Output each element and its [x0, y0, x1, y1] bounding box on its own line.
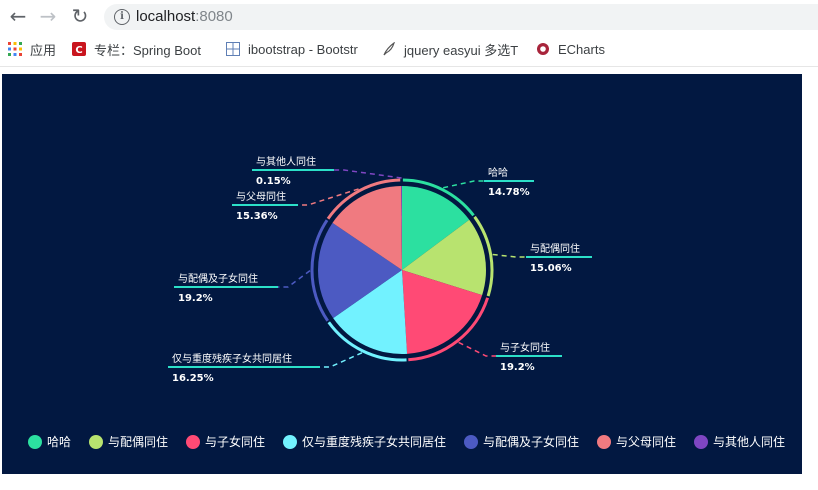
bookmark-label: ibootstrap - Bootstr: [248, 41, 358, 57]
browser-chrome: ← → ↻ i localhost:8080 应用 C 专栏：Spring Bo…: [0, 0, 818, 67]
legend-swatch: [89, 435, 104, 449]
slice-percent-label: 15.36%: [236, 211, 278, 222]
slice-name-label: 与父母同住: [236, 190, 286, 203]
slice-percent-label: 0.15%: [256, 176, 291, 187]
legend-label: 哈哈: [47, 435, 71, 449]
legend-swatch: [694, 435, 709, 449]
bookmark-echarts[interactable]: ECharts: [536, 40, 616, 58]
slice-percent-label: 19.2%: [178, 293, 213, 304]
legend-label: 与其他人同住: [713, 435, 785, 449]
bookmark-label: 应用: [30, 42, 57, 58]
info-icon[interactable]: i: [114, 9, 130, 25]
slice-percent-label: 19.2%: [500, 362, 535, 373]
apps-grid-icon: [8, 42, 22, 56]
legend-swatch: [186, 435, 201, 449]
legend-item[interactable]: 与配偶及子女同住: [464, 434, 579, 449]
leader-line: [443, 180, 484, 189]
slice-name-label: 仅与重度残疾子女共同居住: [172, 352, 292, 365]
legend-label: 与子女同住: [205, 434, 265, 449]
svg-text:C: C: [75, 45, 82, 56]
legend-label: 与配偶及子女同住: [483, 434, 579, 449]
slice-percent-label: 16.25%: [172, 373, 214, 384]
bookmark-label: 专栏：Spring Boot: [94, 42, 201, 58]
slice-name-label: 与配偶及子女同住: [178, 272, 258, 285]
legend-label: 与配偶同住: [108, 435, 168, 449]
csdn-icon: C: [72, 42, 86, 56]
legend-swatch: [464, 435, 479, 449]
slice-percent-label: 15.06%: [530, 263, 572, 274]
legend-label: 仅与重度残疾子女共同居住: [302, 434, 446, 449]
slice-name-label: 与其他人同住: [256, 155, 316, 168]
chart-container: 哈哈 14.78% 与配偶同住 15.06% 与子女同住 19.2% 仅与重度残疾子女共同居…: [2, 74, 802, 474]
leader-line: [334, 169, 402, 179]
back-arrow-icon[interactable]: ←: [6, 4, 30, 28]
bookmarks-bar: 应用 C 专栏：Spring Boot ibootstrap - Bootstr…: [0, 37, 818, 61]
forward-arrow-icon[interactable]: →: [36, 4, 60, 28]
legend-swatch: [597, 435, 612, 449]
slice-name-label: 与子女同住: [500, 341, 550, 354]
leader-line: [458, 341, 496, 357]
slice-name-label: 与配偶同住: [530, 242, 580, 255]
bookmark-label: jquery easyui 多选T: [404, 42, 519, 58]
url-text: localhost:8080: [136, 8, 233, 25]
bookmark-spring-boot[interactable]: C 专栏：Spring Boot: [72, 40, 212, 58]
legend-item[interactable]: 与父母同住: [597, 435, 676, 449]
bookmark-easyui[interactable]: jquery easyui 多选T: [382, 40, 522, 58]
legend-swatch: [28, 435, 42, 449]
bookmark-ibootstrap[interactable]: ibootstrap - Bootstr: [226, 40, 364, 58]
legend-swatch: [283, 435, 298, 449]
legend-label: 与父母同住: [616, 435, 676, 449]
legend-item[interactable]: 哈哈: [28, 435, 71, 449]
leader-line: [320, 352, 363, 368]
legend-item[interactable]: 仅与重度残疾子女共同居住: [283, 434, 446, 449]
feather-icon: [383, 42, 395, 56]
legend-item[interactable]: 与子女同住: [186, 434, 265, 449]
bookmark-apps[interactable]: 应用: [8, 40, 68, 58]
bookmark-label: ECharts: [558, 41, 605, 57]
reload-icon[interactable]: ↻: [68, 4, 92, 28]
slice-name-label: 哈哈: [488, 166, 508, 179]
grid-icon: [226, 42, 240, 56]
legend-item[interactable]: 与其他人同住: [694, 435, 785, 449]
echarts-icon: [537, 43, 549, 55]
slice-percent-label: 14.78%: [488, 187, 530, 198]
leader-line: [492, 253, 526, 258]
address-bar[interactable]: i localhost:8080: [104, 4, 818, 30]
pie-chart: 哈哈 14.78% 与配偶同住 15.06% 与子女同住 19.2% 仅与重度残疾子女共同居…: [28, 155, 785, 449]
legend-item[interactable]: 与配偶同住: [89, 435, 168, 449]
leader-line: [278, 270, 311, 288]
